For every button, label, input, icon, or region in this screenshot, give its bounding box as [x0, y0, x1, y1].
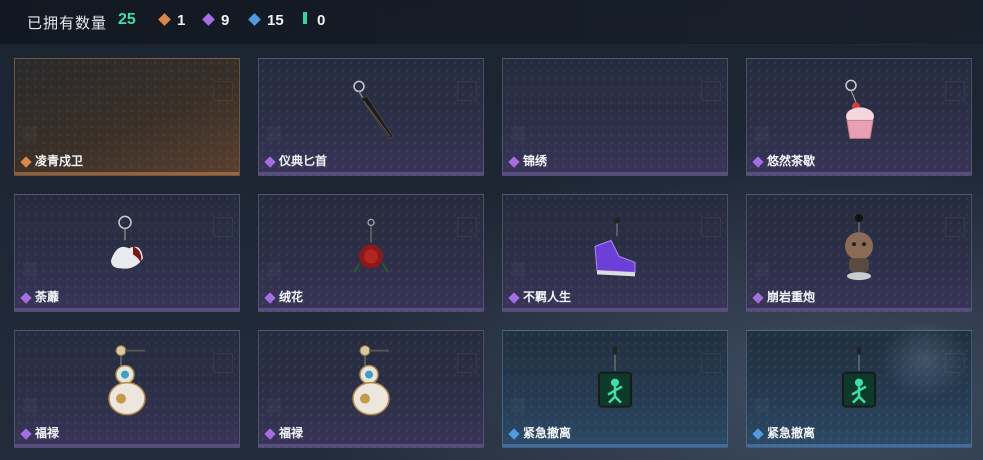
charm-card[interactable]: 绒花 — [258, 194, 484, 312]
charm-name: 仪典匕首 — [279, 154, 328, 168]
charm-name: 紧急撤离 — [523, 426, 572, 440]
charm-card[interactable]: 紧急撤离 — [502, 330, 728, 448]
white-creature-charm-icon — [111, 215, 143, 269]
dagger-charm-icon — [353, 80, 394, 140]
charm-card[interactable]: 福禄 — [258, 330, 484, 448]
orange-rarity-icon — [20, 156, 32, 168]
purple-rarity-icon — [508, 292, 520, 304]
charm-name: 锦绣 — [523, 154, 548, 168]
stat-purple: 9 — [202, 12, 229, 29]
charm-name: 紧急撤离 — [767, 426, 816, 440]
cupcake-charm-icon — [845, 79, 874, 139]
charm-card[interactable]: 仪典匕首 — [258, 58, 484, 176]
purple-rarity-icon — [752, 292, 764, 304]
charm-card[interactable]: 荼蘼 — [14, 194, 240, 312]
charm-card[interactable]: 凌青戍卫 — [14, 58, 240, 176]
charm-card[interactable]: 福禄 — [14, 330, 240, 448]
blue-rarity-icon — [752, 428, 764, 440]
rose-charm-icon — [353, 218, 389, 273]
stat-orange: 1 — [158, 12, 185, 29]
charm-card[interactable]: 锦绣 — [502, 58, 728, 176]
charm-name: 不羁人生 — [523, 290, 572, 304]
charm-name: 凌青戍卫 — [35, 154, 84, 168]
sneaker-charm-icon — [594, 217, 636, 277]
stat-blue: 15 — [248, 12, 284, 29]
purple-rarity-icon — [752, 156, 764, 168]
charm-name: 崩岩重炮 — [767, 290, 816, 304]
gourd-charm-icon — [108, 345, 146, 416]
charm-name: 福禄 — [279, 426, 304, 440]
charm-name: 荼蘼 — [35, 290, 60, 304]
collection-header: 已拥有数量 25 1 9 15 0 — [0, 0, 983, 45]
purple-rarity-icon — [264, 292, 276, 304]
purple-rarity-icon — [264, 156, 276, 168]
exit-sign-charm-icon — [598, 346, 632, 408]
purple-rarity-icon — [20, 292, 32, 304]
gourd-charm-icon — [352, 345, 390, 416]
purple-rarity-icon — [264, 428, 276, 440]
exit-sign-charm-icon — [842, 346, 876, 408]
background-lightning-effect — [880, 320, 970, 400]
charm-name: 悠然茶歇 — [767, 154, 816, 168]
stat-green: 0 — [303, 12, 325, 29]
owned-count-label: 已拥有数量 — [27, 15, 108, 32]
purple-rarity-icon — [20, 428, 32, 440]
purple-rarity-icon — [202, 13, 215, 26]
charm-card[interactable]: 不羁人生 — [502, 194, 728, 312]
charm-card[interactable]: 悠然茶歇 — [746, 58, 972, 176]
green-rarity-icon — [303, 12, 307, 24]
blue-rarity-icon — [508, 428, 520, 440]
owned-count-value: 25 — [118, 11, 136, 28]
orange-rarity-icon — [158, 13, 171, 26]
doll-charm-icon — [845, 214, 873, 281]
blue-rarity-icon — [248, 13, 261, 26]
charm-card[interactable]: 崩岩重炮 — [746, 194, 972, 312]
purple-rarity-icon — [508, 156, 520, 168]
charm-name: 绒花 — [279, 290, 304, 304]
charm-name: 福禄 — [35, 426, 60, 440]
